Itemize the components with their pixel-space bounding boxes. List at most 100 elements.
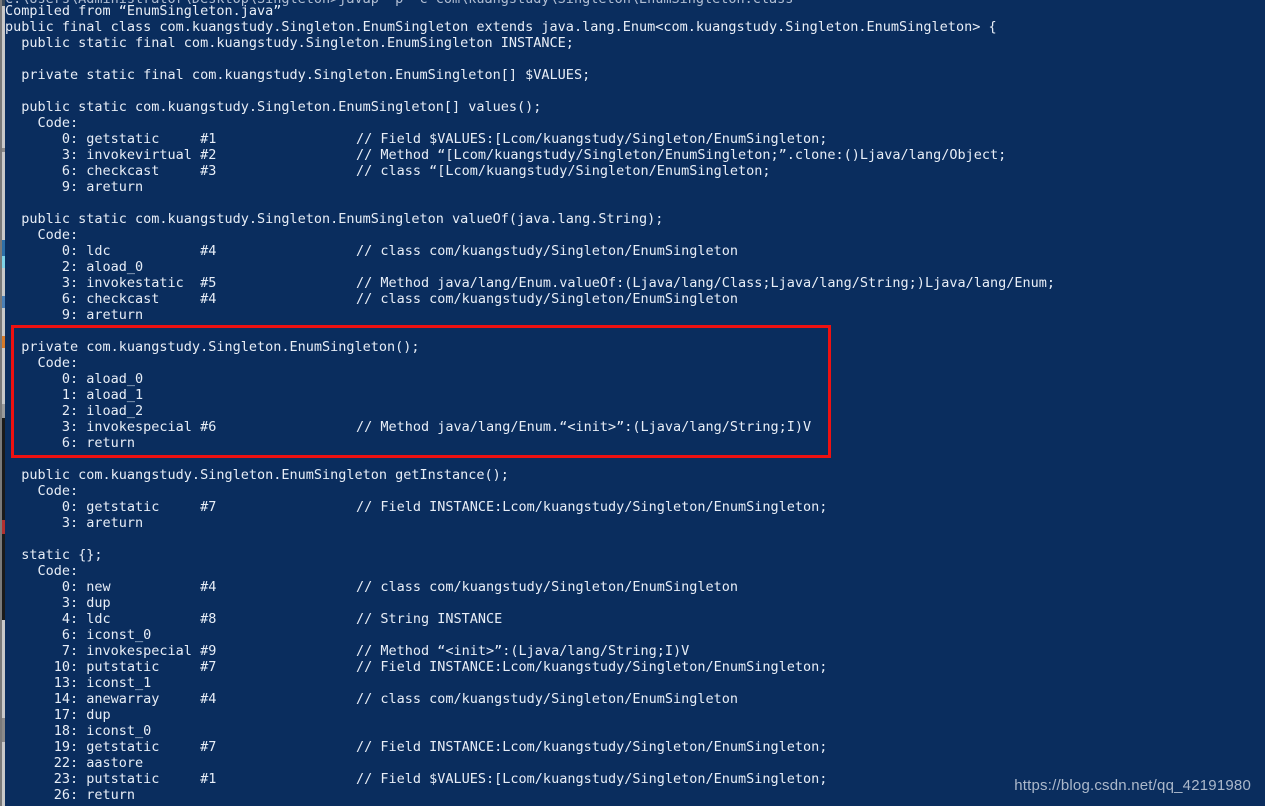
terminal-line-comment: // class com/kuangstudy/Singleton/EnumSi…: [356, 291, 739, 307]
terminal-line: 13: iconst_1: [5, 675, 1265, 691]
terminal-line: 2: aload_0: [5, 259, 1265, 275]
terminal-line-code: 6: checkcast #3: [5, 163, 217, 179]
terminal-line: 7: invokespecial #9 // Method “<init>”:(L…: [5, 643, 1265, 659]
terminal-line: public static com.kuangstudy.Singleton.E…: [5, 99, 1265, 115]
terminal-line-code: Compiled from “EnumSingleton.java”: [5, 3, 282, 19]
terminal-line: public static com.kuangstudy.Singleton.E…: [5, 211, 1265, 227]
terminal-line: 2: iload_2: [5, 403, 1265, 419]
terminal-line-code: 6: iconst_0: [5, 627, 152, 643]
terminal-line: 3: invokevirtual #2 // Method “[Lcom/kuan…: [5, 147, 1265, 163]
terminal-line: 18: iconst_0: [5, 723, 1265, 739]
terminal-line: 6: checkcast #3 // class “[Lcom/kuangstud…: [5, 163, 1265, 179]
terminal-line: 6: iconst_0: [5, 627, 1265, 643]
terminal-line: 9: areturn: [5, 307, 1265, 323]
terminal-line-code: 0: new #4: [5, 579, 217, 595]
terminal-line: 6: return: [5, 435, 1265, 451]
terminal-line-comment: // Field INSTANCE:Lcom/kuangstudy/Single…: [356, 499, 828, 515]
terminal-line: 22: aastore: [5, 755, 1265, 771]
terminal-line: 0: getstatic #1 // Field $VALUES:[Lcom/ku…: [5, 131, 1265, 147]
terminal-line: Code:: [5, 227, 1265, 243]
desktop-edge-sliver: [0, 0, 5, 806]
terminal-line: Code:: [5, 563, 1265, 579]
terminal-line-code: 7: invokespecial #9: [5, 643, 217, 659]
terminal-line-code: public final class com.kuangstudy.Single…: [5, 19, 997, 35]
terminal-line-code: 3: invokespecial #6: [5, 419, 217, 435]
terminal-line: 0: ldc #4 // class com/kuangstudy/Singlet…: [5, 243, 1265, 259]
terminal-line: 4: ldc #8 // String INSTANCE: [5, 611, 1265, 627]
terminal-line: Code:: [5, 115, 1265, 131]
terminal-line-comment: // Method “<init>”:(Ljava/lang/String;I)…: [356, 643, 690, 659]
terminal-line: Code:: [5, 355, 1265, 371]
terminal-line-code: 4: ldc #8: [5, 611, 217, 627]
terminal-line-comment: // class com/kuangstudy/Singleton/EnumSi…: [356, 691, 739, 707]
terminal-line-code: 0: getstatic #1: [5, 131, 217, 147]
terminal-line-code: 0: getstatic #7: [5, 499, 217, 515]
terminal-line-code: 1: aload_1: [5, 387, 144, 403]
terminal-line: 3: dup: [5, 595, 1265, 611]
terminal-line-code: 9: areturn: [5, 307, 144, 323]
terminal-line: 0: aload_0: [5, 371, 1265, 387]
terminal-line: 14: anewarray #4 // class com/kuangstudy/…: [5, 691, 1265, 707]
terminal-line-code: 23: putstatic #1: [5, 771, 217, 787]
terminal-line-code: 3: dup: [5, 595, 111, 611]
terminal-line-code: 2: iload_2: [5, 403, 144, 419]
terminal-line-comment: // class com/kuangstudy/Singleton/EnumSi…: [356, 243, 739, 259]
terminal-line: Compiled from “EnumSingleton.java”: [5, 3, 1265, 19]
terminal-line-code: 2: aload_0: [5, 259, 144, 275]
terminal-line-code: public com.kuangstudy.Singleton.EnumSing…: [5, 467, 509, 483]
terminal-line-code: 26: return: [5, 787, 136, 803]
console-window[interactable]: C:\Users\Administrator\Desktop\Singleton…: [5, 0, 1265, 806]
terminal-line: static {};: [5, 547, 1265, 563]
terminal-line: 1: aload_1: [5, 387, 1265, 403]
terminal-line: public final class com.kuangstudy.Single…: [5, 19, 1265, 35]
terminal-line: private com.kuangstudy.Singleton.EnumSin…: [5, 339, 1265, 355]
terminal-line: 3: areturn: [5, 515, 1265, 531]
terminal-line-code: 3: invokestatic #5: [5, 275, 217, 291]
terminal-line: 0: new #4 // class com/kuangstudy/Singlet…: [5, 579, 1265, 595]
terminal-line-code: 0: aload_0: [5, 371, 144, 387]
terminal-line-code: 6: checkcast #4: [5, 291, 217, 307]
terminal-line-code: public static final com.kuangstudy.Singl…: [5, 35, 574, 51]
terminal-line-comment: // String INSTANCE: [356, 611, 503, 627]
terminal-line: private static final com.kuangstudy.Sing…: [5, 67, 1265, 83]
csdn-watermark: https://blog.csdn.net/qq_42191980: [1014, 777, 1251, 794]
terminal-line-code: 10: putstatic #7: [5, 659, 217, 675]
terminal-line: 17: dup: [5, 707, 1265, 723]
terminal-line-code: private static final com.kuangstudy.Sing…: [5, 67, 591, 83]
terminal-line: 10: putstatic #7 // Field INSTANCE:Lcom/k…: [5, 659, 1265, 675]
terminal-line-code: Code:: [5, 227, 79, 243]
terminal-line-code: Code:: [5, 563, 79, 579]
javap-output: Compiled from “EnumSingleton.java” public…: [5, 3, 1265, 803]
terminal-line-code: static {};: [5, 547, 103, 563]
terminal-line: 3: invokespecial #6 // Method java/lang/E…: [5, 419, 1265, 435]
terminal-line-comment: // Method “[Lcom/kuangstudy/Singleton/En…: [356, 147, 1007, 163]
terminal-line: 6: checkcast #4 // class com/kuangstudy/S…: [5, 291, 1265, 307]
terminal-line-comment: // Method java/lang/Enum.valueOf:(Ljava/…: [356, 275, 1055, 291]
terminal-line: public static final com.kuangstudy.Singl…: [5, 35, 1265, 51]
terminal-line-code: Code:: [5, 115, 79, 131]
terminal-line-comment: // Field $VALUES:[Lcom/kuangstudy/Single…: [356, 771, 828, 787]
terminal-line-code: 0: ldc #4: [5, 243, 217, 259]
terminal-line-code: 3: areturn: [5, 515, 144, 531]
terminal-line-comment: // Field $VALUES:[Lcom/kuangstudy/Single…: [356, 131, 828, 147]
terminal-line-comment: // class “[Lcom/kuangstudy/Singleton/Enu…: [356, 163, 771, 179]
terminal-line-code: 9: areturn: [5, 179, 144, 195]
terminal-line-code: public static com.kuangstudy.Singleton.E…: [5, 99, 542, 115]
terminal-line-code: Code:: [5, 355, 79, 371]
terminal-line-code: 13: iconst_1: [5, 675, 152, 691]
terminal-line: public com.kuangstudy.Singleton.EnumSing…: [5, 467, 1265, 483]
desktop-edge-sliver-inner: [0, 0, 2, 806]
terminal-line-comment: // Field INSTANCE:Lcom/kuangstudy/Single…: [356, 659, 828, 675]
terminal-line: 3: invokestatic #5 // Method java/lang/En…: [5, 275, 1265, 291]
terminal-line-comment: // class com/kuangstudy/Singleton/EnumSi…: [356, 579, 739, 595]
terminal-line: Code:: [5, 483, 1265, 499]
terminal-line-comment: // Method java/lang/Enum.“<init>”:(Ljava…: [356, 419, 812, 435]
terminal-line-code: Code:: [5, 483, 79, 499]
terminal-line-code: 17: dup: [5, 707, 111, 723]
terminal-line: 0: getstatic #7 // Field INSTANCE:Lcom/ku…: [5, 499, 1265, 515]
